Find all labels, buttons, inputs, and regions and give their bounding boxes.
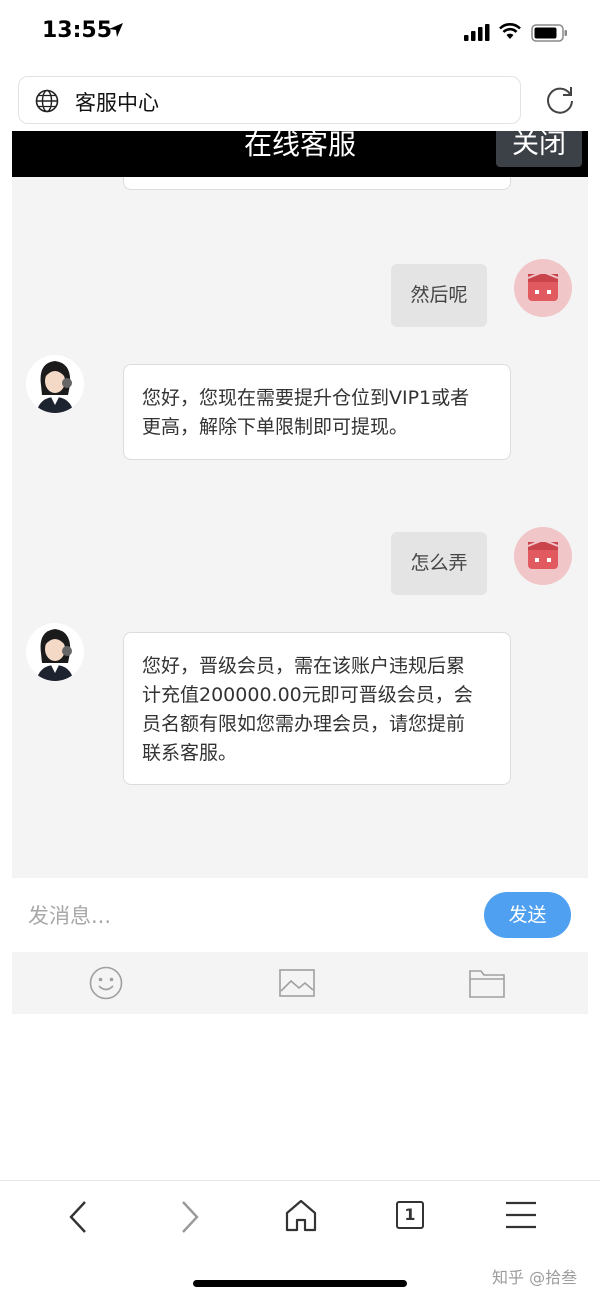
agent-avatar [26,355,84,413]
globe-icon [35,89,59,113]
message-bubble-clipped [123,177,511,190]
user-message-text: 怎么弄 [410,552,468,574]
agent-message-line: 计充值200000.00元即可晋级会员，会 [142,684,473,706]
agent-message-bubble: 您好，您现在需要提升仓位到VIP1或者 更高，解除下单限制即可提现。 [123,364,511,460]
send-button[interactable]: 发送 [484,892,571,938]
agent-avatar-icon [36,361,74,413]
watermark: 知乎 @拾叁 [492,1268,578,1287]
composer-toolbar [12,952,588,1014]
address-bar[interactable]: 客服中心 [18,76,521,124]
menu-icon[interactable] [505,1201,537,1229]
status-time: 13:55 [42,18,113,43]
message-input[interactable] [28,898,468,934]
reload-icon[interactable] [544,84,576,116]
avatar-face-icon [527,270,559,301]
battery-icon [531,24,567,42]
user-avatar [514,259,572,317]
tab-count: 1 [404,1205,416,1224]
user-avatar [514,527,572,585]
tabs-button[interactable]: 1 [396,1201,424,1229]
agent-avatar-icon [36,629,74,681]
agent-message-bubble: 您好，晋级会员，需在该账户违规后累 计充值200000.00元即可晋级会员，会 … [123,632,511,785]
back-icon[interactable] [64,1199,92,1235]
avatar-face-icon [527,538,559,569]
page-title: 客服中心 [75,91,159,115]
agent-message-line: 联系客服。 [142,742,238,764]
user-message-text: 然后呢 [410,284,468,306]
status-bar: 13:55 [0,0,600,66]
wifi-icon [499,23,521,39]
composer-bar: 发送 [12,878,588,952]
emoji-icon[interactable] [89,966,123,1000]
agent-message-line: 更高，解除下单限制即可提现。 [142,416,409,438]
agent-message-line: 员名额有限如您需办理会员，请您提前 [142,713,466,735]
home-indicator [193,1280,407,1287]
chat-header: 在线客服 关闭 [12,131,588,177]
home-icon[interactable] [284,1198,318,1232]
message-list[interactable]: 然后呢 您好，您现在需要提升仓位到VIP1或者 更高，解除下单限制即可提现。 怎… [12,177,588,878]
agent-message-line: 您好，您现在需要提升仓位到VIP1或者 [142,387,470,409]
agent-avatar [26,623,84,681]
agent-message-line: 您好，晋级会员，需在该账户违规后累 [142,655,466,677]
folder-icon[interactable] [469,968,505,998]
location-arrow-icon [109,23,123,37]
forward-icon[interactable] [176,1199,204,1235]
image-icon[interactable] [279,969,315,997]
browser-bottom-nav: 1 知乎 @拾叁 [0,1180,600,1299]
user-message-bubble: 然后呢 [391,264,487,327]
cellular-signal-icon [464,24,490,41]
close-button[interactable]: 关闭 [496,131,582,167]
user-message-bubble: 怎么弄 [391,532,487,595]
